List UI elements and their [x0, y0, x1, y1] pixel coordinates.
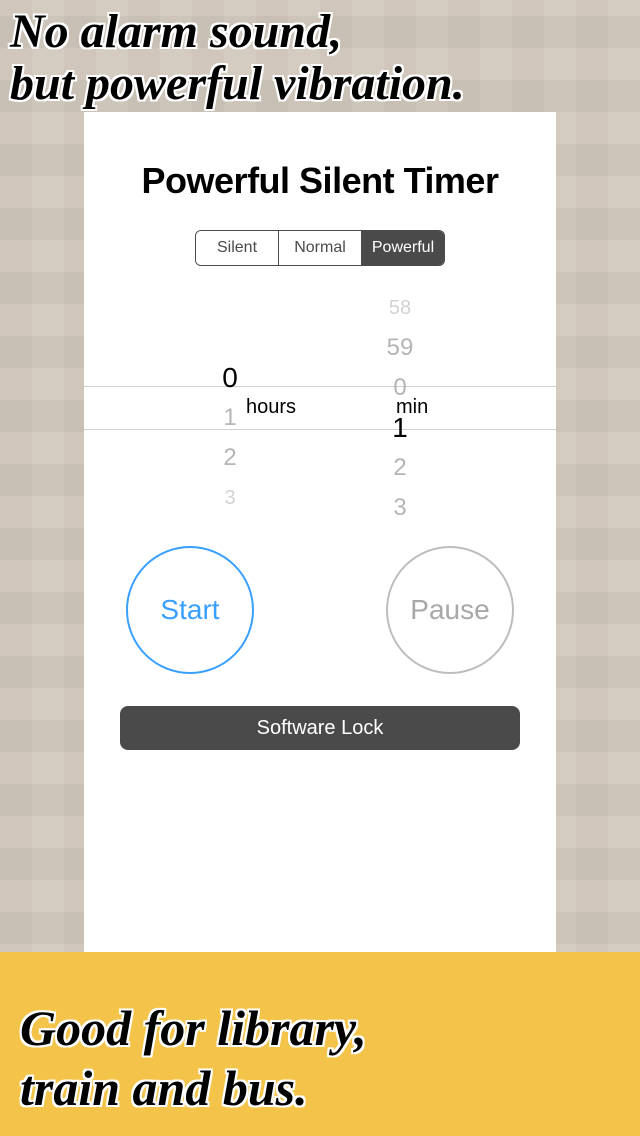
promo-caption-bottom: Good for library, train and bus. — [20, 998, 620, 1118]
software-lock-button[interactable]: Software Lock — [120, 706, 520, 750]
promo-caption-top: No alarm sound, but powerful vibration. — [10, 6, 630, 110]
segment-normal[interactable]: Normal — [278, 231, 361, 265]
time-picker[interactable]: 0 1 2 3 hours 57 58 59 0 1 2 3 4 min — [84, 278, 556, 538]
picker-slot — [170, 298, 290, 318]
picker-slot: 57 — [340, 278, 460, 288]
promo-caption-top-line1: No alarm sound, — [10, 5, 342, 58]
app-title: Powerful Silent Timer — [84, 160, 556, 202]
picker-slot: 58 — [340, 288, 460, 328]
picker-unit-hours: hours — [246, 396, 296, 419]
picker-unit-min: min — [396, 396, 428, 419]
picker-slot: 2 — [340, 448, 460, 488]
start-button[interactable]: Start — [126, 546, 254, 674]
app-screenshot: Powerful Silent Timer Silent Normal Powe… — [84, 112, 556, 952]
pause-button[interactable]: Pause — [386, 546, 514, 674]
picker-slot — [170, 518, 290, 538]
segment-powerful[interactable]: Powerful — [361, 231, 444, 265]
picker-slot — [170, 338, 290, 358]
picker-slot: 3 — [340, 488, 460, 528]
promo-caption-top-line2: but powerful vibration. — [10, 57, 465, 110]
picker-slot — [170, 318, 290, 338]
picker-slot: 59 — [340, 328, 460, 368]
picker-slot — [170, 278, 290, 298]
picker-slot: 4 — [340, 528, 460, 538]
promo-caption-bottom-line1: Good for library, — [20, 1000, 367, 1056]
segment-silent[interactable]: Silent — [196, 231, 278, 265]
picker-selection-indicator — [84, 386, 556, 430]
picker-slot-selected: 0 — [170, 358, 290, 398]
promo-caption-bottom-line2: train and bus. — [20, 1060, 308, 1116]
picker-slot: 3 — [170, 478, 290, 518]
picker-slot: 2 — [170, 438, 290, 478]
mode-segmented-control[interactable]: Silent Normal Powerful — [195, 230, 445, 266]
timer-controls: Start Pause — [84, 546, 556, 674]
